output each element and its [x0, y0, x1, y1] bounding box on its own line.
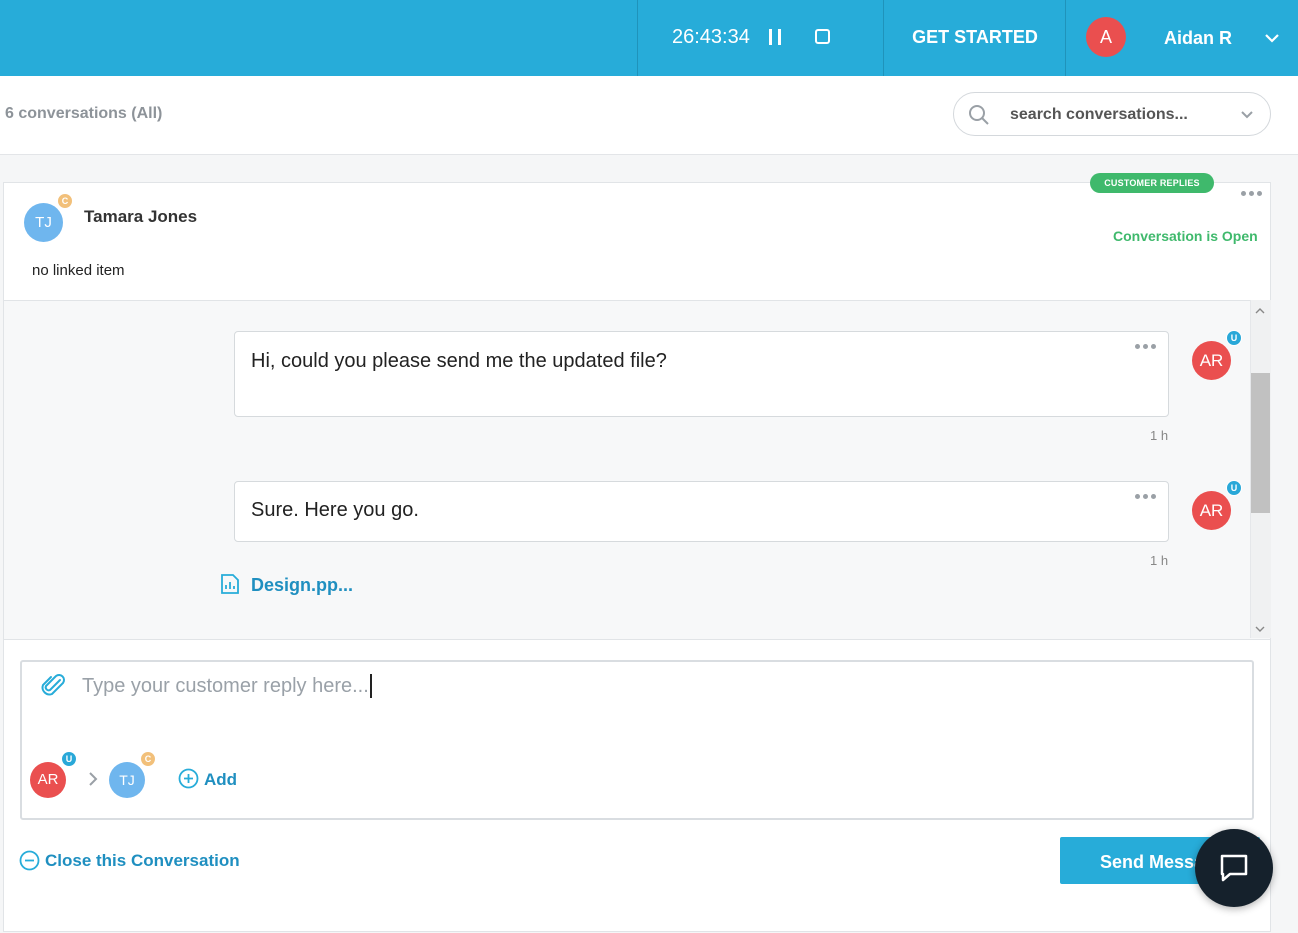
paperclip-icon[interactable] [40, 673, 66, 699]
add-participant-button[interactable]: Add [204, 770, 237, 790]
minus-circle-icon[interactable] [19, 850, 40, 871]
author-avatar[interactable]: AR [1192, 341, 1231, 380]
add-circle-icon[interactable] [178, 768, 199, 789]
message-time: 1 h [1150, 428, 1169, 443]
more-options-icon[interactable] [1135, 494, 1156, 499]
timer-display: 26:43:34 [672, 26, 750, 48]
file-chart-icon[interactable] [219, 573, 241, 595]
chevron-down-icon[interactable] [1240, 108, 1254, 122]
chat-widget-button[interactable] [1195, 829, 1273, 907]
to-badge: C [140, 751, 156, 767]
get-started-button[interactable]: GET STARTED [900, 27, 1050, 48]
more-options-icon[interactable] [1135, 344, 1156, 349]
linked-item: no linked item [32, 262, 125, 279]
conversation-count: 6 conversations (All) [5, 105, 163, 122]
from-badge: U [61, 751, 77, 767]
attachment-link[interactable]: Design.pp... [251, 575, 353, 596]
message-bubble: Sure. Here you go. [234, 481, 1169, 542]
divider [883, 0, 884, 76]
to-avatar[interactable]: TJ [109, 762, 145, 798]
search-input[interactable]: search conversations... [953, 92, 1271, 136]
stop-icon[interactable] [815, 29, 830, 44]
from-avatar[interactable]: AR [30, 762, 66, 798]
author-badge: U [1226, 330, 1242, 346]
search-placeholder: search conversations... [1010, 106, 1188, 123]
close-conversation-button[interactable]: Close this Conversation [45, 851, 240, 871]
user-avatar[interactable]: A [1086, 17, 1126, 57]
user-name[interactable]: Aidan R [1164, 28, 1232, 49]
customer-avatar[interactable]: TJ [24, 203, 63, 242]
customer-badge: C [57, 193, 73, 209]
search-icon [969, 105, 989, 125]
status-badge: CUSTOMER REPLIES [1090, 173, 1214, 193]
reply-placeholder: Type your customer reply here... [82, 675, 369, 697]
customer-name[interactable]: Tamara Jones [84, 207, 197, 227]
chevron-down-icon[interactable] [1264, 30, 1280, 46]
scrollbar-thumb[interactable] [1251, 373, 1270, 513]
author-badge: U [1226, 480, 1242, 496]
pause-icon[interactable] [769, 29, 783, 45]
text-cursor [370, 674, 372, 698]
scroll-down-icon[interactable] [1254, 623, 1266, 635]
message-text: Sure. Here you go. [251, 499, 419, 521]
divider [637, 0, 638, 76]
author-avatar[interactable]: AR [1192, 491, 1231, 530]
conversation-status: Conversation is Open [1113, 228, 1258, 244]
scroll-up-icon[interactable] [1254, 305, 1266, 317]
divider [1065, 0, 1066, 76]
message-bubble: Hi, could you please send me the updated… [234, 331, 1169, 417]
message-time: 1 h [1150, 553, 1169, 568]
chat-bubble-icon [1220, 854, 1248, 882]
more-options-icon[interactable] [1241, 191, 1262, 196]
message-text: Hi, could you please send me the updated… [251, 350, 667, 372]
chevron-right-icon [89, 772, 98, 786]
